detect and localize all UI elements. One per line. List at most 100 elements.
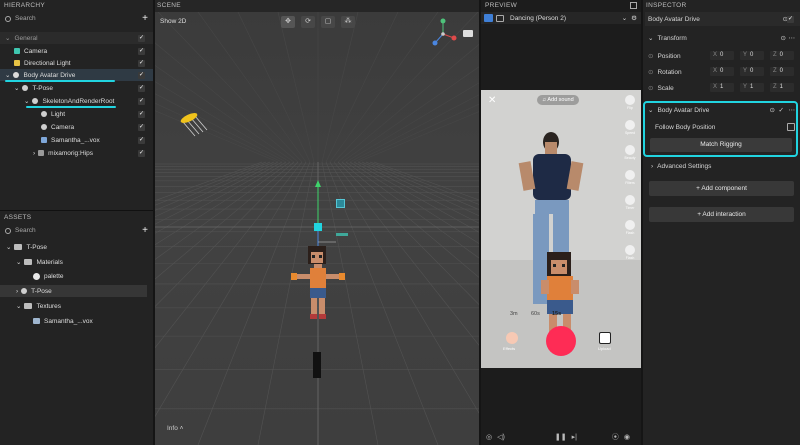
flash-icon[interactable]: [625, 220, 635, 230]
asset-item-t-pose-model[interactable]: › T-Pose: [0, 285, 147, 297]
scale-y-field[interactable]: Y1: [740, 83, 764, 92]
camera-view-icon[interactable]: [463, 30, 473, 37]
flip-icon[interactable]: [625, 95, 635, 105]
timer-option-60s[interactable]: 60s: [531, 311, 540, 317]
rotate-tool-button[interactable]: ⟳: [301, 16, 315, 28]
visible-checkbox[interactable]: ✓: [138, 110, 145, 118]
visible-checkbox[interactable]: ✓: [138, 123, 145, 131]
timer-icon[interactable]: [625, 195, 635, 205]
flash-icon-2[interactable]: [625, 245, 635, 255]
step-forward-icon[interactable]: ▸|: [572, 433, 577, 441]
hierarchy-search-input[interactable]: Search: [15, 15, 36, 22]
reset-position-icon[interactable]: ⊙: [648, 52, 653, 60]
visible-checkbox[interactable]: ✓: [138, 34, 145, 42]
record-toggle-icon[interactable]: ⦿: [612, 432, 619, 442]
asset-item-textures[interactable]: ⌄ Textures: [0, 300, 153, 312]
advanced-settings-row[interactable]: › Advanced Settings: [645, 159, 800, 173]
visible-checkbox[interactable]: ✓: [138, 59, 145, 67]
filters-icon[interactable]: [625, 170, 635, 180]
follow-body-position-checkbox[interactable]: [787, 123, 795, 131]
transform-options-icon[interactable]: ⊙: [781, 34, 786, 42]
component-options-icon[interactable]: ⊙: [770, 106, 775, 114]
record-button[interactable]: [546, 326, 576, 356]
hierarchy-search[interactable]: Search +: [0, 12, 153, 25]
timer-option-3m[interactable]: 3m: [510, 311, 518, 317]
add-interaction-button[interactable]: + Add interaction: [649, 207, 794, 222]
hierarchy-item-light[interactable]: Light ✓: [0, 108, 153, 120]
visible-checkbox[interactable]: ✓: [138, 97, 145, 105]
speed-icon[interactable]: [625, 120, 635, 130]
hierarchy-item-t-pose[interactable]: ⌄ T-Pose ✓: [0, 82, 153, 94]
transform-section-header[interactable]: ⌄ Transform ⊙ ⋯: [645, 31, 800, 45]
hierarchy-item-mixamorig-hips[interactable]: › mixamorig:Hips ✓: [0, 147, 153, 159]
rotation-z-field[interactable]: Z0: [770, 67, 794, 76]
position-y-field[interactable]: Y0: [740, 51, 764, 60]
object-icon: [41, 111, 47, 117]
hierarchy-item-camera[interactable]: Camera ✓: [0, 45, 153, 57]
video-icon[interactable]: [484, 14, 493, 22]
assets-search-input[interactable]: Search: [15, 227, 36, 234]
rotation-y-field[interactable]: Y0: [740, 67, 764, 76]
timer-option-15s[interactable]: 15s: [552, 311, 561, 317]
visible-checkbox[interactable]: ✓: [138, 84, 145, 92]
assets-search[interactable]: Search +: [0, 224, 153, 237]
reset-scale-icon[interactable]: ⊙: [648, 84, 653, 92]
gear-icon[interactable]: ⚙: [631, 14, 637, 22]
effects-button[interactable]: [506, 332, 518, 344]
chevron-down-icon: ⌄: [648, 107, 654, 114]
component-header[interactable]: ⌄ Body Avatar Drive ⊙ ✓ ⋯: [645, 103, 800, 117]
preview-video-select[interactable]: Dancing (Person 2): [510, 15, 566, 22]
asset-item-palette[interactable]: palette: [0, 270, 153, 282]
visible-checkbox[interactable]: ✓: [138, 149, 145, 157]
rotation-x-field[interactable]: X0: [710, 67, 734, 76]
visible-checkbox[interactable]: ✓: [138, 71, 145, 79]
compass-icon[interactable]: ◎: [486, 433, 492, 441]
transform-more-icon[interactable]: ⋯: [789, 34, 796, 42]
add-asset-button[interactable]: +: [142, 225, 148, 236]
scale-icon: ▢: [324, 18, 332, 25]
position-x-field[interactable]: X0: [710, 51, 734, 60]
hierarchy-item-general[interactable]: ⌄ General ✓: [0, 32, 153, 44]
asset-item-t-pose-folder[interactable]: ⌄ T-Pose: [0, 241, 153, 253]
beauty-icon[interactable]: [625, 145, 635, 155]
preview-phone[interactable]: ✕ ♫ Add sound Flip Speed Beauty Filters …: [481, 90, 641, 368]
pivot-tool-button[interactable]: ⁂: [341, 16, 355, 28]
inspector-object-name[interactable]: Body Avatar Drive ⊙ ✓: [645, 12, 800, 26]
open-external-icon[interactable]: [630, 2, 637, 9]
add-sound-button[interactable]: ♫ Add sound: [537, 95, 579, 105]
object-enabled-checkbox[interactable]: ✓: [787, 15, 794, 23]
add-component-button[interactable]: + Add component: [649, 181, 794, 196]
scale-tool-button[interactable]: ▢: [321, 16, 335, 28]
photo-icon[interactable]: [496, 14, 504, 22]
upload-button[interactable]: [599, 332, 611, 344]
move-tool-button[interactable]: ✥: [281, 16, 295, 28]
volume-icon[interactable]: ◁): [497, 433, 505, 441]
component-more-icon[interactable]: ⋯: [789, 106, 796, 114]
component-enabled-check[interactable]: ✓: [779, 106, 784, 114]
hierarchy-item-camera-2[interactable]: Camera ✓: [0, 121, 153, 133]
chevron-down-icon[interactable]: ⌄: [622, 14, 627, 22]
voxel-avatar[interactable]: [288, 244, 348, 324]
close-icon[interactable]: ✕: [488, 95, 496, 106]
asset-item-samantha-vox[interactable]: Samantha_...vox: [0, 315, 153, 327]
position-z-field[interactable]: Z0: [770, 51, 794, 60]
match-rigging-button[interactable]: Match Rigging: [650, 138, 792, 152]
scene-viewport[interactable]: Show 2D ✥ ⟳ ▢ ⁂ Info ˄: [155, 12, 480, 445]
panel-divider: [0, 210, 153, 211]
visible-checkbox[interactable]: ✓: [138, 47, 145, 55]
scale-x-field[interactable]: X1: [710, 83, 734, 92]
visible-checkbox[interactable]: ✓: [138, 136, 145, 144]
asset-item-materials[interactable]: ⌄ Materials: [0, 256, 153, 268]
scale-z-field[interactable]: Z1: [770, 83, 794, 92]
stop-icon[interactable]: ◉: [624, 433, 630, 441]
show-2d-toggle[interactable]: Show 2D: [160, 18, 186, 25]
folder-icon: [24, 303, 33, 309]
reset-rotation-icon[interactable]: ⊙: [648, 68, 653, 76]
hierarchy-item-directional-light[interactable]: Directional Light ✓: [0, 57, 153, 69]
pause-icon[interactable]: ❚❚: [555, 433, 567, 441]
hierarchy-item-samantha-vox[interactable]: Samantha_...vox ✓: [0, 134, 153, 146]
add-object-button[interactable]: +: [142, 13, 148, 24]
directional-light-gizmo[interactable]: [175, 110, 215, 140]
info-toggle[interactable]: Info ˄: [167, 425, 183, 432]
orientation-gizmo[interactable]: [423, 16, 463, 50]
